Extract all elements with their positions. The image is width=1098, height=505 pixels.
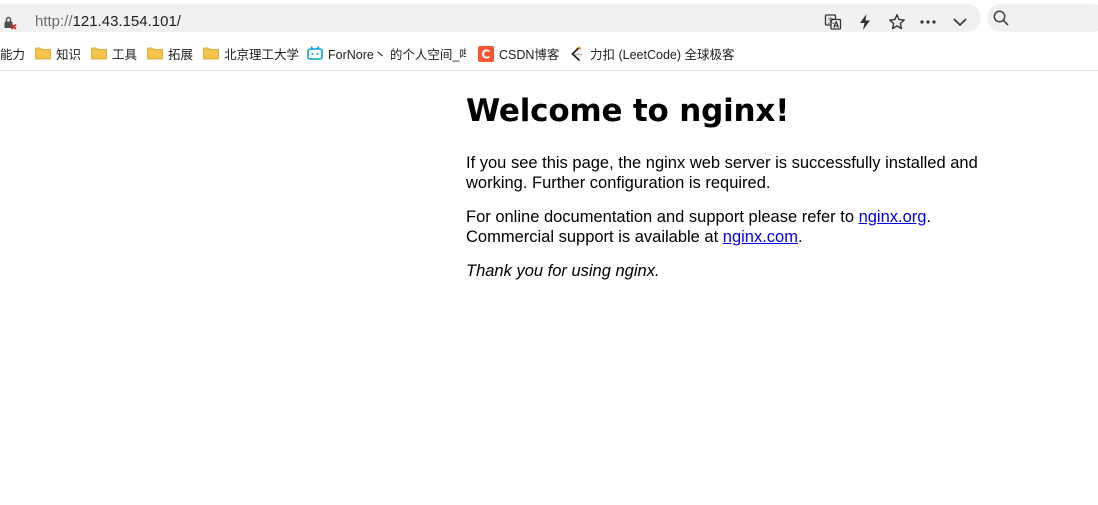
csdn-icon: C — [478, 46, 494, 62]
search-icon[interactable] — [991, 8, 1011, 28]
lightning-icon[interactable] — [855, 12, 875, 32]
intro-paragraph: If you see this page, the nginx web serv… — [466, 154, 978, 192]
bookmarks-bar: 能力 知识 工具 拓展 北京理工大学 ForNore丶 的个人空间_哔 C CS… — [0, 41, 1098, 65]
search-box[interactable] — [987, 4, 1098, 32]
bookmark-folder[interactable]: 拓展 — [147, 41, 193, 65]
bookmark-item[interactable]: 能力 — [0, 41, 25, 65]
url-scheme: http:// — [35, 13, 73, 30]
bookmark-link[interactable]: 力扣 (LeetCode) 全球极客 — [569, 41, 734, 65]
nginx-com-link[interactable]: nginx.com — [723, 228, 798, 246]
docs-text-end: . — [926, 208, 932, 226]
folder-icon — [35, 46, 51, 60]
more-icon[interactable] — [918, 12, 938, 32]
lock-warning-icon[interactable] — [2, 15, 18, 31]
commercial-text-end: . — [797, 228, 803, 246]
docs-paragraph: For online documentation and support ple… — [466, 207, 986, 247]
svg-text:C: C — [481, 48, 490, 62]
bookmark-label: 拓展 — [168, 47, 194, 62]
bookmark-link[interactable]: ForNore丶 的个人空间_哔 — [307, 41, 466, 65]
url-text[interactable]: http://121.43.154.101/ — [35, 13, 181, 30]
bookmark-label: ForNore丶 的个人空间_哔 — [328, 47, 466, 62]
thanks-paragraph: Thank you for using nginx. — [466, 262, 660, 280]
bookmark-label: 力扣 (LeetCode) 全球极客 — [590, 47, 734, 62]
bookmark-link[interactable]: C CSDN博客 — [478, 41, 559, 65]
bookmark-label: 工具 — [112, 47, 138, 62]
chevron-down-icon[interactable] — [950, 12, 970, 32]
url-host: 121.43.154.101/ — [72, 13, 181, 30]
bookmark-folder[interactable]: 北京理工大学 — [203, 41, 299, 65]
bookmark-label: 能力 — [0, 47, 26, 62]
bookmark-folder[interactable]: 知识 — [35, 41, 81, 65]
nginx-org-link[interactable]: nginx.org — [859, 208, 927, 226]
page-content: Welcome to nginx! If you see this page, … — [466, 70, 986, 281]
address-bar[interactable]: http://121.43.154.101/ 文 A — [0, 4, 981, 32]
bookmark-label: 北京理工大学 — [224, 47, 300, 62]
folder-icon — [91, 46, 107, 60]
leetcode-icon — [569, 46, 585, 61]
bookmark-label: CSDN博客 — [499, 47, 560, 62]
commercial-text: Commercial support is available at — [466, 228, 723, 246]
star-icon[interactable] — [887, 12, 907, 32]
svg-text:A: A — [833, 21, 839, 30]
bilibili-icon — [307, 46, 323, 60]
folder-icon — [203, 46, 219, 60]
folder-icon — [147, 46, 163, 60]
translate-icon[interactable]: 文 A — [823, 12, 843, 32]
page-title: Welcome to nginx! — [466, 93, 790, 129]
docs-text: For online documentation and support ple… — [466, 208, 859, 226]
bookmark-label: 知识 — [56, 47, 82, 62]
browser-chrome: http://121.43.154.101/ 文 A 能力 知识 工具 拓展 北… — [0, 0, 1098, 71]
bookmark-folder[interactable]: 工具 — [91, 41, 137, 65]
